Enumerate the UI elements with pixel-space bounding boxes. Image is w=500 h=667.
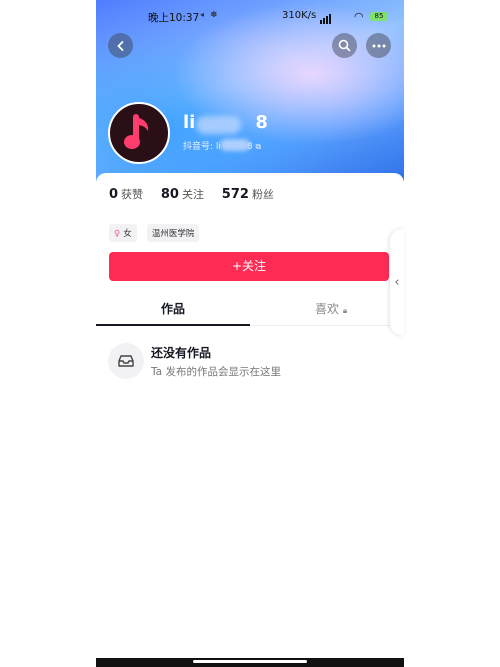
username-blur: [196, 116, 241, 134]
profile-tags: ♀ 女 温州医学院: [109, 221, 204, 242]
douyin-id-label: 抖音号: li: [183, 142, 221, 152]
avatar[interactable]: [108, 102, 170, 164]
signal-icon: [320, 13, 332, 24]
profile-screen: 晚上10:37 ◂ ✽ 310K/s ◠ 85 li 8 抖音号: li 8 ⧉…: [96, 0, 404, 667]
stat-likes[interactable]: 0 获赞: [109, 187, 157, 202]
empty-state-icon: [108, 343, 144, 379]
tab-likes[interactable]: 喜欢 🔒︎: [315, 300, 347, 317]
stat-followers[interactable]: 572 粉丝: [222, 187, 288, 202]
side-panel-handle[interactable]: ‹: [390, 229, 404, 335]
more-icon: [372, 44, 385, 47]
status-bar: 晚上10:37 ◂ ✽ 310K/s ◠ 85: [96, 10, 404, 26]
empty-state-subtitle: Ta 发布的作品会显示在这里: [151, 366, 281, 378]
status-indicators: ◂ ✽: [200, 10, 220, 19]
stat-following[interactable]: 80 关注: [161, 187, 218, 202]
more-button[interactable]: [366, 33, 391, 58]
stats-row: 0 获赞 80 关注 572 粉丝: [109, 186, 288, 202]
lock-icon: 🔒︎: [342, 306, 348, 315]
back-button[interactable]: [108, 33, 133, 58]
username-start: li: [183, 112, 196, 133]
music-note-icon: [124, 114, 149, 149]
username-end: 8: [255, 112, 268, 133]
active-tab-indicator: [96, 324, 250, 326]
profile-header: 晚上10:37 ◂ ✽ 310K/s ◠ 85 li 8 抖音号: li 8 ⧉: [96, 0, 404, 185]
school-tag[interactable]: 温州医学院: [146, 224, 200, 242]
profile-card: 0 获赞 80 关注 572 粉丝 ♀ 女 温州医学院 +关注 作品 喜欢 🔒︎ 还没有…: [96, 173, 404, 667]
network-speed: 310K/s: [282, 10, 317, 21]
chevron-left-icon: ‹: [394, 274, 400, 290]
back-icon: [116, 40, 123, 51]
empty-state-title: 还没有作品: [151, 346, 212, 360]
gender-tag: ♀ 女: [109, 224, 137, 242]
female-icon: ♀: [114, 229, 121, 239]
wifi-icon: ◠: [354, 10, 364, 23]
content-tabs: 作品 喜欢 🔒︎: [96, 291, 404, 326]
home-indicator-bar: [96, 658, 404, 667]
battery-icon: 85: [370, 12, 388, 21]
home-indicator[interactable]: [193, 660, 307, 663]
search-button[interactable]: [332, 33, 357, 58]
search-icon: [338, 39, 351, 52]
follow-button[interactable]: +关注: [109, 252, 389, 281]
douyin-id-blur: [220, 139, 250, 151]
copy-icon[interactable]: ⧉: [256, 142, 262, 151]
status-time: 晚上10:37: [148, 12, 200, 24]
tab-works[interactable]: 作品: [161, 300, 185, 317]
inbox-icon: [118, 355, 134, 367]
